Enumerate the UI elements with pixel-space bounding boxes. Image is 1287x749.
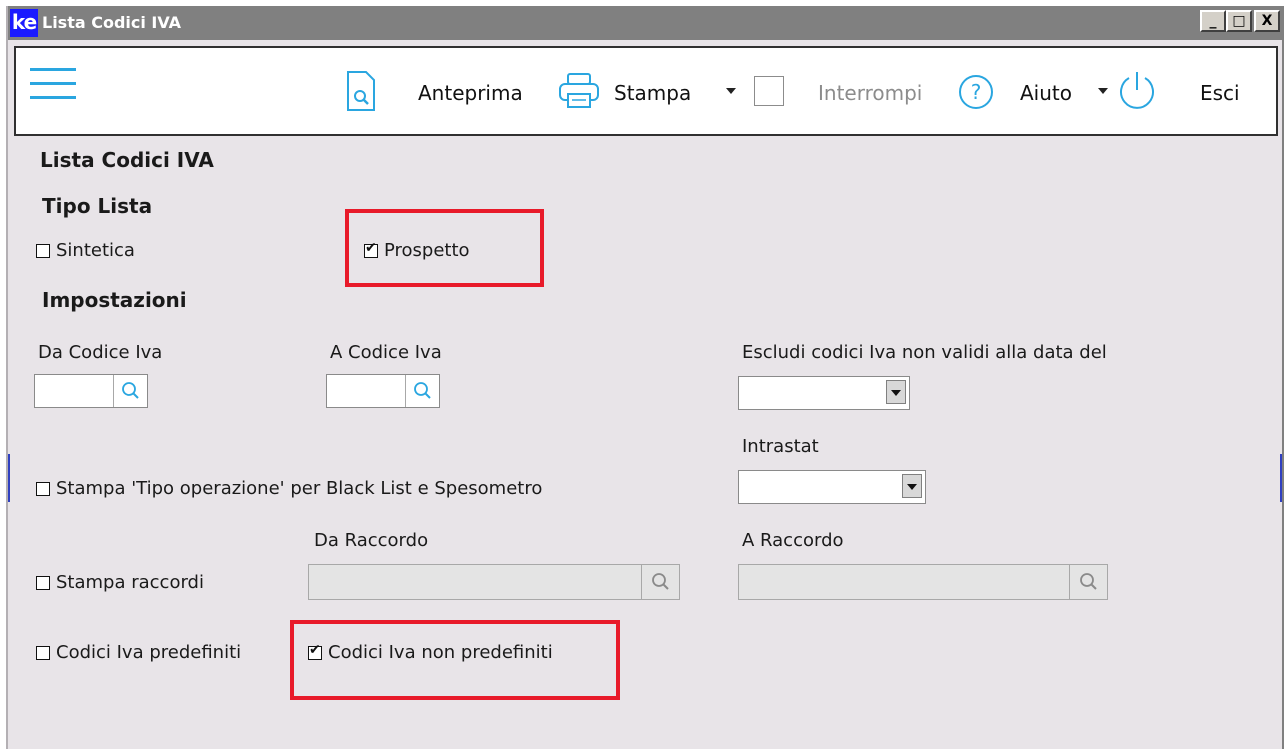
power-icon (1120, 72, 1154, 109)
exclude-date-select[interactable] (738, 376, 910, 410)
intrastat-label: Intrastat (742, 436, 819, 457)
tipo-operazione-checkbox[interactable] (36, 481, 50, 496)
to-raccordo-label: A Raccordo (742, 530, 844, 551)
svg-text:?: ? (971, 80, 982, 104)
from-code-lookup-button[interactable] (113, 375, 147, 407)
settings-heading: Impostazioni (42, 288, 187, 312)
preview-label: Anteprima (418, 81, 523, 105)
from-raccordo-label: Da Raccordo (314, 530, 429, 551)
exit-label: Esci (1200, 81, 1240, 105)
interrupt-label: Interrompi (818, 81, 923, 105)
from-raccordo-field[interactable] (308, 564, 680, 600)
toolbar: Anteprima Stampa Interrompi ? Aiuto Esci (14, 46, 1278, 136)
preview-icon (347, 71, 375, 111)
search-icon (1080, 573, 1097, 590)
close-button[interactable]: X (1254, 10, 1280, 32)
search-icon (414, 382, 431, 399)
sintetica-checkbox[interactable] (36, 243, 50, 258)
to-raccordo-lookup-button[interactable] (1069, 565, 1107, 599)
printer-icon (559, 73, 599, 108)
from-raccordo-lookup-button[interactable] (641, 565, 679, 599)
exclude-date-label: Escludi codici Iva non validi alla data … (742, 342, 1107, 363)
print-label: Stampa (614, 81, 692, 105)
search-icon (122, 382, 139, 399)
from-code-field[interactable] (34, 374, 148, 408)
left-edge-marker (8, 454, 10, 502)
stampa-raccordi-option[interactable]: Stampa raccordi (36, 572, 204, 593)
prospetto-highlight-box (345, 209, 544, 287)
minimize-button[interactable]: _ (1200, 10, 1226, 32)
menu-icon[interactable] (30, 68, 76, 100)
maximize-button[interactable]: □ (1226, 10, 1252, 32)
search-icon (652, 573, 669, 590)
help-label: Aiuto (1020, 81, 1072, 105)
intrastat-select[interactable] (738, 470, 926, 504)
window-title: Lista Codici IVA (42, 13, 182, 32)
app-window: ke Lista Codici IVA _ □ X Anteprima Stam… (6, 6, 1284, 749)
predefiniti-option[interactable]: Codici Iva predefiniti (36, 642, 241, 663)
tipo-operazione-option[interactable]: Stampa 'Tipo operazione' per Black List … (36, 478, 542, 499)
from-code-label: Da Codice Iva (38, 342, 163, 363)
print-dropdown-icon[interactable] (726, 88, 736, 94)
stampa-raccordi-checkbox[interactable] (36, 575, 50, 590)
tipo-operazione-label: Stampa 'Tipo operazione' per Black List … (56, 478, 543, 499)
title-bar[interactable]: ke Lista Codici IVA _ □ X (8, 6, 1284, 40)
app-logo: ke (10, 9, 38, 37)
sintetica-label: Sintetica (56, 240, 135, 261)
help-dropdown-icon[interactable] (1098, 88, 1108, 94)
chevron-down-icon[interactable] (886, 380, 906, 404)
help-icon: ? (959, 75, 993, 109)
stop-icon (754, 76, 784, 106)
chevron-down-icon[interactable] (902, 474, 922, 498)
list-type-heading: Tipo Lista (42, 194, 153, 218)
non-predefiniti-highlight-box (290, 620, 620, 700)
to-code-field[interactable] (326, 374, 440, 408)
predefiniti-checkbox[interactable] (36, 645, 50, 660)
to-code-label: A Codice Iva (330, 342, 442, 363)
stampa-raccordi-label: Stampa raccordi (56, 572, 204, 593)
form-title: Lista Codici IVA (40, 148, 214, 172)
predefiniti-label: Codici Iva predefiniti (56, 642, 242, 663)
to-code-lookup-button[interactable] (405, 375, 439, 407)
sintetica-option[interactable]: Sintetica (36, 240, 135, 261)
right-edge-marker (1280, 454, 1282, 502)
to-raccordo-field[interactable] (738, 564, 1108, 600)
